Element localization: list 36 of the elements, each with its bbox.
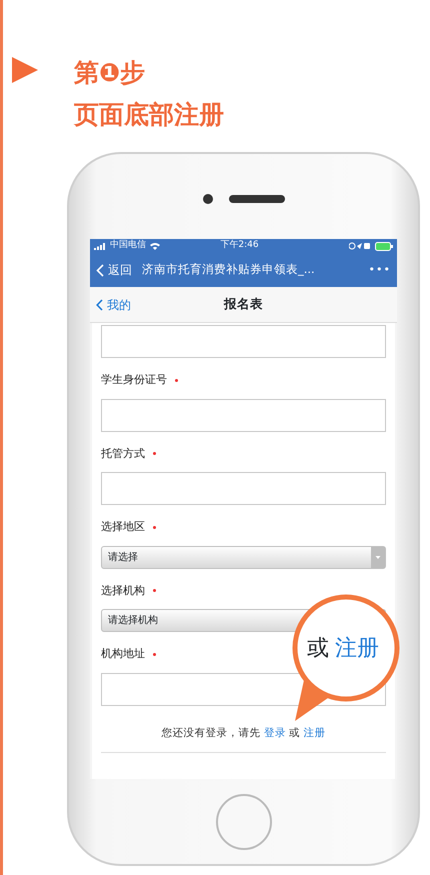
status-icons <box>349 242 371 250</box>
magnified-register-link[interactable]: 注册 <box>335 632 379 664</box>
select-field[interactable]: 请选择 <box>101 546 386 568</box>
back-label: 返回 <box>108 262 132 279</box>
field-label: 机构地址 <box>101 646 145 662</box>
page-title: 报名表 <box>224 295 263 314</box>
field-label: 选择地区 <box>101 519 145 535</box>
back-link[interactable]: 我的 <box>96 296 131 314</box>
signal-icon <box>94 242 106 250</box>
field-label: 学生身份证号 <box>101 372 167 388</box>
chevron-left-icon <box>96 298 103 310</box>
login-prompt: 您还没有登录，请先 登录 或 注册 <box>101 726 386 754</box>
magnified-text: 或 <box>307 634 329 662</box>
select-placeholder: 请选择 <box>108 550 138 564</box>
carrier-name: 中国电信 <box>110 239 146 252</box>
register-link[interactable]: 注册 <box>304 726 326 738</box>
play-triangle-icon <box>12 57 38 83</box>
input-field[interactable] <box>101 398 386 432</box>
back-label: 我的 <box>107 296 131 314</box>
speaker-icon <box>228 194 284 202</box>
wifi-icon <box>150 242 160 250</box>
step-title: 第❶步 <box>74 57 146 89</box>
camera-icon <box>202 194 212 204</box>
input-field[interactable] <box>101 472 386 505</box>
back-link[interactable]: 返回 <box>96 261 132 279</box>
login-link[interactable]: 登录 <box>264 726 286 738</box>
more-button[interactable]: ••• <box>368 262 391 278</box>
chevron-left-icon <box>96 264 104 276</box>
step-subtitle: 页面底部注册 <box>74 99 224 131</box>
battery-icon <box>375 242 393 250</box>
field-label: 托管方式 <box>101 446 145 462</box>
nav-title: 济南市托育消费补贴券申领表_... <box>142 261 316 278</box>
status-time: 下午2:46 <box>220 239 260 252</box>
input-field[interactable] <box>101 325 386 358</box>
select-placeholder: 请选择机构 <box>108 614 158 628</box>
field-label: 选择机构 <box>101 582 145 598</box>
